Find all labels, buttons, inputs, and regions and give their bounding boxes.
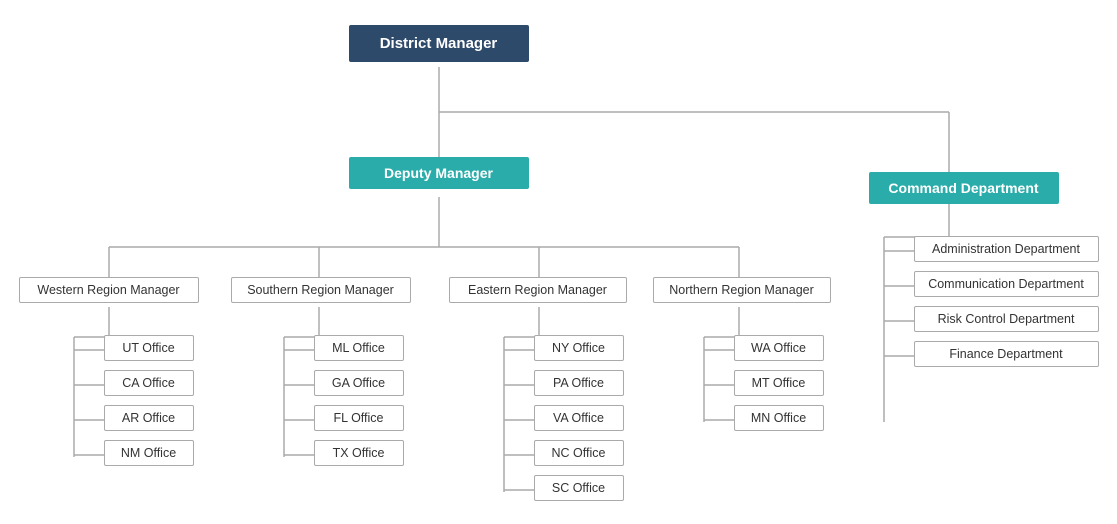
ml-label: ML Office (332, 341, 385, 355)
ga-office-node: GA Office (314, 370, 404, 396)
ut-office-node: UT Office (104, 335, 194, 361)
admin-label: Administration Department (932, 242, 1080, 256)
tx-office-node: TX Office (314, 440, 404, 466)
mn-label: MN Office (751, 411, 806, 425)
wa-office-node: WA Office (734, 335, 824, 361)
southern-label: Southern Region Manager (247, 283, 394, 297)
admin-dept-node: Administration Department (914, 236, 1099, 262)
finance-label: Finance Department (949, 347, 1062, 361)
pa-label: PA Office (553, 376, 604, 390)
mn-office-node: MN Office (734, 405, 824, 431)
risk-label: Risk Control Department (938, 312, 1075, 326)
eastern-region-node: Eastern Region Manager (449, 277, 627, 303)
ny-label: NY Office (552, 341, 605, 355)
ca-label: CA Office (122, 376, 175, 390)
southern-region-node: Southern Region Manager (231, 277, 411, 303)
sc-office-node: SC Office (534, 475, 624, 501)
org-chart: District Manager Deputy Manager Command … (9, 7, 1109, 517)
va-label: VA Office (553, 411, 604, 425)
deputy-manager-node: Deputy Manager (349, 157, 529, 189)
ca-office-node: CA Office (104, 370, 194, 396)
comm-dept-node: Communication Department (914, 271, 1099, 297)
mt-office-node: MT Office (734, 370, 824, 396)
district-manager-node: District Manager (349, 25, 529, 62)
fl-label: FL Office (333, 411, 383, 425)
ar-office-node: AR Office (104, 405, 194, 431)
northern-label: Northern Region Manager (669, 283, 814, 297)
ar-label: AR Office (122, 411, 175, 425)
wa-label: WA Office (751, 341, 806, 355)
western-region-node: Western Region Manager (19, 277, 199, 303)
sc-label: SC Office (552, 481, 605, 495)
ga-label: GA Office (332, 376, 385, 390)
tx-label: TX Office (333, 446, 385, 460)
ny-office-node: NY Office (534, 335, 624, 361)
eastern-label: Eastern Region Manager (468, 283, 607, 297)
nm-label: NM Office (121, 446, 176, 460)
mt-label: MT Office (752, 376, 806, 390)
district-manager-label: District Manager (380, 35, 498, 52)
risk-dept-node: Risk Control Department (914, 306, 1099, 332)
comm-label: Communication Department (928, 277, 1084, 291)
deputy-manager-label: Deputy Manager (384, 165, 493, 181)
nc-office-node: NC Office (534, 440, 624, 466)
command-department-node: Command Department (869, 172, 1059, 204)
ut-label: UT Office (122, 341, 174, 355)
western-label: Western Region Manager (37, 283, 179, 297)
northern-region-node: Northern Region Manager (653, 277, 831, 303)
ml-office-node: ML Office (314, 335, 404, 361)
finance-dept-node: Finance Department (914, 341, 1099, 367)
va-office-node: VA Office (534, 405, 624, 431)
command-dept-label: Command Department (888, 180, 1038, 196)
nm-office-node: NM Office (104, 440, 194, 466)
pa-office-node: PA Office (534, 370, 624, 396)
nc-label: NC Office (552, 446, 606, 460)
fl-office-node: FL Office (314, 405, 404, 431)
